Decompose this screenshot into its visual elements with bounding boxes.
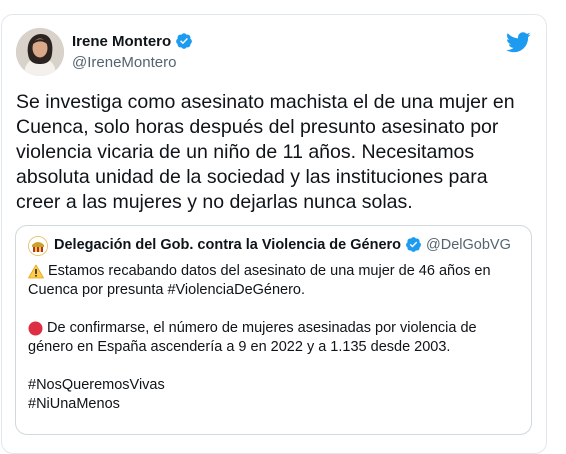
hashtag-nosqueremosvivas: #NosQueremosVivas [28, 377, 165, 393]
red-circle-emoji-icon [28, 321, 43, 336]
quoted-line: De confirmarse, el número de mujeres ase… [28, 319, 523, 338]
quoted-author-name: Delegación del Gob. contra la Violencia … [54, 236, 402, 253]
author-handle[interactable]: @IreneMontero [72, 54, 176, 71]
quoted-avatar[interactable] [28, 236, 48, 256]
author-name[interactable]: Irene Montero [72, 33, 171, 50]
quoted-text: Estamos recabando datos del asesinato de… [28, 262, 523, 414]
hashtag-niunamenos: #NiUnaMenos [28, 396, 120, 412]
quoted-line: género en España ascendería a 9 en 2022 … [28, 339, 451, 355]
quoted-author-handle: @DelGobVG [426, 236, 511, 253]
warning-emoji-icon [28, 264, 44, 279]
quoted-line-text: Estamos recabando datos del asesinato de… [48, 263, 491, 279]
quoted-line: Estamos recabando datos del asesinato de… [28, 262, 523, 281]
quoted-line: Cuenca por presunta #ViolenciaDeGénero. [28, 282, 306, 298]
author-name-row[interactable]: Irene Montero [72, 32, 193, 50]
quoted-tweet[interactable]: Delegación del Gob. contra la Violencia … [15, 225, 532, 435]
quoted-header: Delegación del Gob. contra la Violencia … [54, 236, 511, 253]
twitter-bird-icon[interactable] [506, 32, 531, 53]
verified-badge-icon [176, 33, 193, 49]
avatar[interactable] [16, 28, 64, 76]
quoted-line-text: De confirmarse, el número de mujeres ase… [47, 320, 477, 336]
tweet-text: Se investiga como asesinato machista el … [16, 91, 515, 213]
verified-badge-icon [406, 237, 421, 252]
